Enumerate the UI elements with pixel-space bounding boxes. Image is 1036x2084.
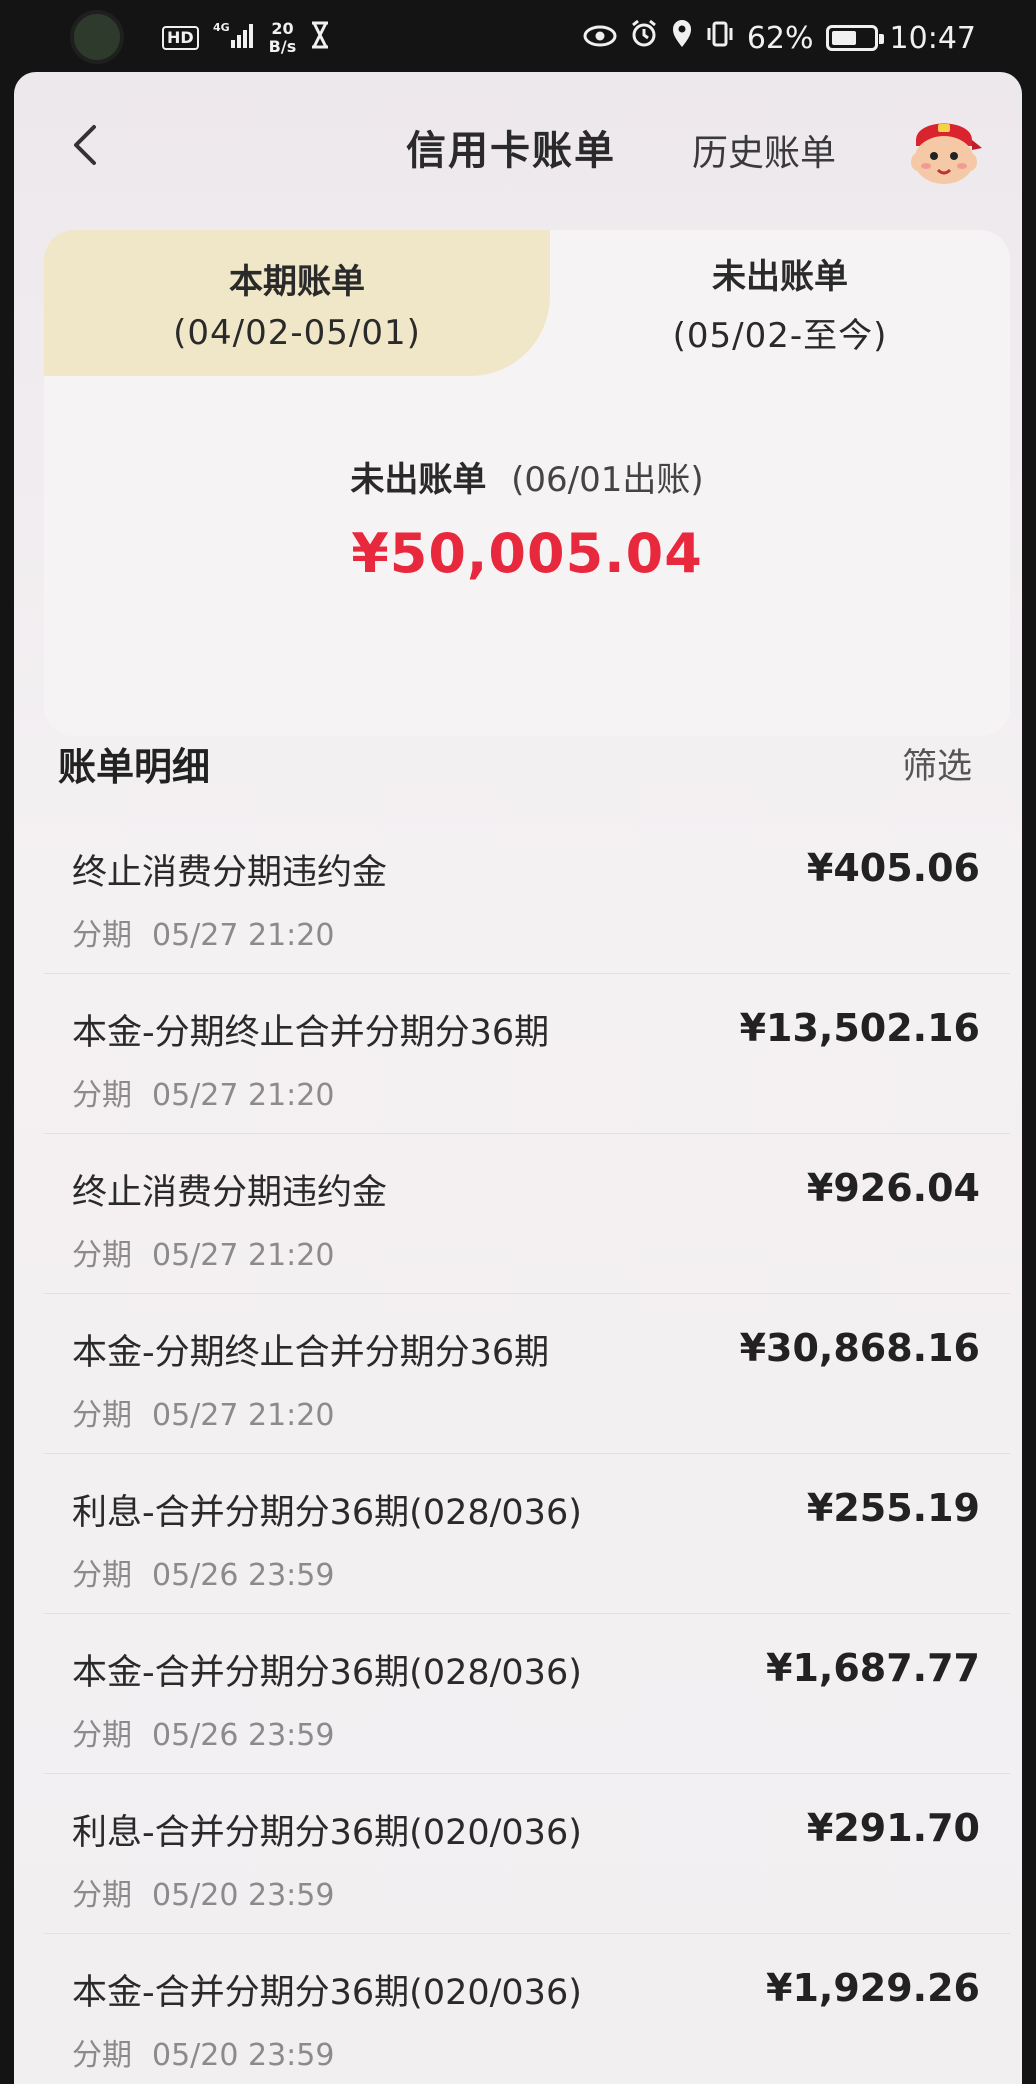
transaction-time: 05/20 23:59 [152, 1878, 335, 1913]
location-icon [671, 19, 693, 57]
bill-status-row: 未出账单 (06/01出账) [44, 452, 1010, 501]
nav-bar: 信用卡账单 历史账单 [14, 72, 1022, 222]
phone-frame: HD 4G 20 B/s 62% 10:47 信用卡账单 历史账单 本期账单 (… [0, 0, 1036, 2084]
transaction-row[interactable]: 本金-合并分期分36期(020/036) 分期 05/20 23:59 ¥1,92… [44, 1934, 1010, 2084]
transaction-time: 05/26 23:59 [152, 1558, 335, 1593]
bill-total-amount: ¥50,005.04 [351, 522, 703, 585]
transaction-category: 分期 [72, 1718, 132, 1753]
transaction-category: 分期 [72, 1878, 132, 1913]
transaction-description: 本金-分期终止合并分期分36期 [72, 1013, 550, 1053]
status-right: 62% 10:47 [583, 14, 976, 62]
hourglass-icon [310, 21, 330, 55]
transaction-row[interactable]: 本金-分期终止合并分期分36期 分期 05/27 21:20 ¥30,868.16 [44, 1294, 1010, 1454]
net-speed-unit: B/s [268, 37, 297, 56]
transaction-category: 分期 [72, 1398, 132, 1433]
net-speed-value: 20 [271, 19, 294, 38]
transaction-amount: ¥1,687.77 [766, 1646, 980, 1690]
tab-label: 未出账单 [712, 257, 848, 297]
battery-percent: 62% [746, 20, 814, 56]
tab-current-bill[interactable]: 本期账单 (04/02-05/01) [44, 230, 550, 376]
chevron-left-icon [74, 125, 96, 165]
transaction-amount: ¥30,868.16 [739, 1326, 980, 1370]
tab-label: 本期账单 [229, 261, 365, 302]
transaction-category: 分期 [72, 2038, 132, 2073]
transaction-time: 05/27 21:20 [152, 918, 335, 953]
transaction-amount: ¥255.19 [806, 1486, 980, 1530]
transaction-description: 终止消费分期违约金 [72, 1173, 388, 1213]
app-screen: 信用卡账单 历史账单 本期账单 (04/02-05/01) 未出账单 (05/0… [14, 72, 1022, 2084]
signal-icon: 4G [213, 20, 255, 56]
transaction-amount: ¥926.04 [806, 1166, 980, 1210]
transaction-time: 05/27 21:20 [152, 1238, 335, 1273]
transaction-description: 利息-合并分期分36期(028/036) [72, 1493, 582, 1533]
mascot-avatar[interactable] [902, 106, 986, 190]
transaction-time: 05/26 23:59 [152, 1718, 335, 1753]
transaction-meta: 分期 05/20 23:59 [72, 2030, 334, 2074]
transaction-description: 本金-合并分期分36期(028/036) [72, 1653, 582, 1693]
transaction-list: 终止消费分期违约金 分期 05/27 21:20 ¥405.06 本金-分期终止合… [44, 814, 1010, 2084]
transaction-time: 05/27 21:20 [152, 1078, 335, 1113]
section-title: 账单明细 [58, 745, 211, 789]
front-camera [70, 10, 124, 64]
transaction-amount: ¥1,929.26 [766, 1966, 980, 2010]
transaction-row[interactable]: 本金-分期终止合并分期分36期 分期 05/27 21:20 ¥13,502.16 [44, 974, 1010, 1134]
transaction-category: 分期 [72, 1558, 132, 1593]
tab-date-range: (05/02-至今) [672, 316, 888, 356]
transaction-meta: 分期 05/27 21:20 [72, 1070, 334, 1114]
history-bills-link[interactable]: 历史账单 [692, 124, 836, 176]
transaction-category: 分期 [72, 1078, 132, 1113]
tab-unbilled[interactable]: 未出账单 (05/02-至今) [550, 230, 1010, 376]
page-title: 信用卡账单 [406, 128, 616, 174]
transaction-amount: ¥405.06 [806, 846, 980, 890]
battery-level [831, 31, 857, 45]
vibrate-icon [705, 19, 735, 57]
network-type: 4G [213, 21, 230, 34]
transaction-row[interactable]: 利息-合并分期分36期(028/036) 分期 05/26 23:59 ¥255.… [44, 1454, 1010, 1614]
eye-icon [583, 21, 617, 56]
transaction-amount: ¥13,502.16 [739, 1006, 980, 1050]
filter-button[interactable]: 筛选 [902, 738, 972, 789]
transaction-meta: 分期 05/26 23:59 [72, 1710, 334, 1754]
transaction-meta: 分期 05/20 23:59 [72, 1870, 334, 1914]
battery-icon [825, 25, 884, 51]
detail-header: 账单明细 筛选 [58, 724, 978, 794]
transaction-meta: 分期 05/26 23:59 [72, 1550, 334, 1594]
tab-date-range: (04/02-05/01) [173, 312, 421, 353]
transaction-description: 终止消费分期违约金 [72, 853, 388, 893]
transaction-meta: 分期 05/27 21:20 [72, 1390, 334, 1434]
status-bar: HD 4G 20 B/s 62% 10:47 [0, 0, 1036, 72]
back-button[interactable] [60, 120, 110, 170]
transaction-description: 本金-合并分期分36期(020/036) [72, 1973, 582, 2013]
alarm-icon [629, 19, 659, 57]
transaction-amount: ¥291.70 [806, 1806, 980, 1850]
bill-summary-card: 本期账单 (04/02-05/01) 未出账单 (05/02-至今) 未出账单 … [44, 230, 1010, 736]
transaction-row[interactable]: 终止消费分期违约金 分期 05/27 21:20 ¥926.04 [44, 1134, 1010, 1294]
bill-status-label: 未出账单 [350, 460, 487, 500]
transaction-meta: 分期 05/27 21:20 [72, 1230, 334, 1274]
transaction-description: 本金-分期终止合并分期分36期 [72, 1333, 550, 1373]
transaction-meta: 分期 05/27 21:20 [72, 910, 334, 954]
transaction-row[interactable]: 终止消费分期违约金 分期 05/27 21:20 ¥405.06 [44, 814, 1010, 974]
statement-date: (06/01出账) [511, 460, 704, 500]
transaction-time: 05/27 21:20 [152, 1398, 335, 1433]
clock: 10:47 [889, 20, 976, 56]
hd-badge: HD [162, 26, 199, 50]
transaction-description: 利息-合并分期分36期(020/036) [72, 1813, 582, 1853]
transaction-row[interactable]: 利息-合并分期分36期(020/036) 分期 05/20 23:59 ¥291.… [44, 1774, 1010, 1934]
transaction-category: 分期 [72, 1238, 132, 1273]
transaction-category: 分期 [72, 918, 132, 953]
transaction-row[interactable]: 本金-合并分期分36期(028/036) 分期 05/26 23:59 ¥1,68… [44, 1614, 1010, 1774]
net-speed: 20 B/s [269, 20, 297, 56]
transaction-time: 05/20 23:59 [152, 2038, 335, 2073]
status-left: HD 4G 20 B/s [162, 14, 330, 62]
